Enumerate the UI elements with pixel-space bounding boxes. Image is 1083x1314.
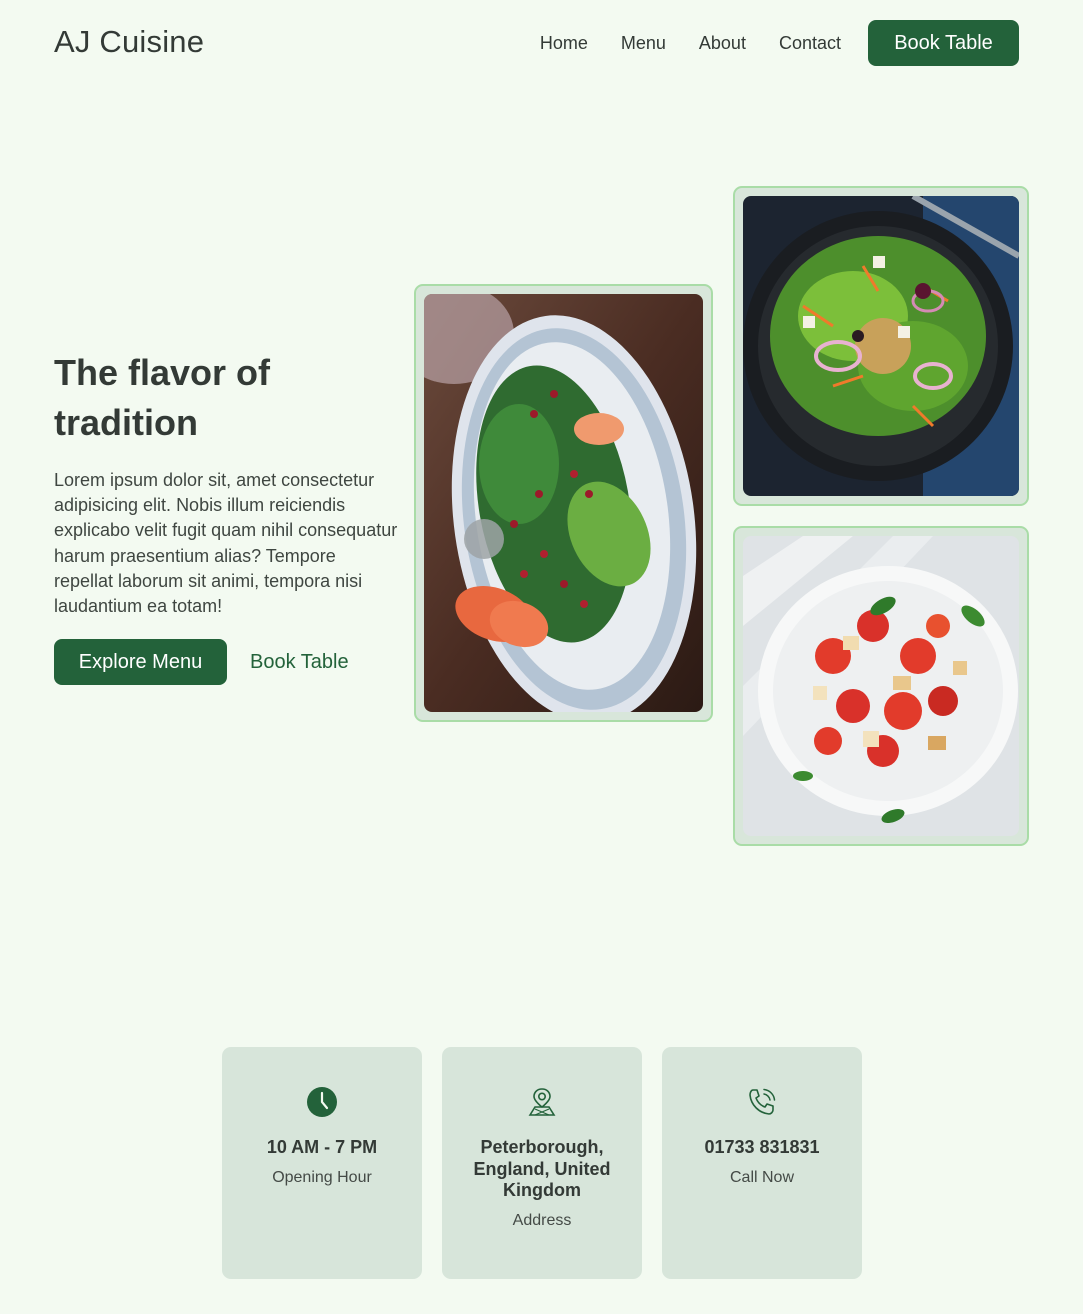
photo-frame-1 xyxy=(414,284,713,722)
photo-frame-2 xyxy=(733,186,1029,506)
nav-about[interactable]: About xyxy=(699,20,746,66)
map-pin-icon xyxy=(528,1088,556,1116)
salad-plate-image xyxy=(424,294,703,712)
opening-hours-label: Opening Hour xyxy=(272,1168,372,1186)
nav-home[interactable]: Home xyxy=(540,20,588,66)
opening-hours-card: 10 AM - 7 PM Opening Hour xyxy=(222,1047,422,1279)
main-nav: Home Menu About Contact Book Table xyxy=(507,20,1019,66)
opening-hours-value: 10 AM - 7 PM xyxy=(266,1137,378,1157)
hero-actions: Explore Menu Book Table xyxy=(54,639,349,685)
tomato-salad-image xyxy=(743,536,1019,836)
photo-frame-3 xyxy=(733,526,1029,846)
nav-menu[interactable]: Menu xyxy=(621,20,666,66)
green-salad-bowl-image xyxy=(743,196,1019,496)
page: AJ Cuisine Home Menu About Contact Book … xyxy=(0,0,1083,1314)
address-card: Peterborough, England, United Kingdom Ad… xyxy=(442,1047,642,1279)
phone-value[interactable]: 01733 831831 xyxy=(662,1137,862,1159)
nav-contact[interactable]: Contact xyxy=(779,20,841,66)
phone-label[interactable]: Call Now xyxy=(662,1169,862,1187)
book-table-header-button[interactable]: Book Table xyxy=(868,20,1019,66)
brand-logo[interactable]: AJ Cuisine xyxy=(54,24,204,60)
info-cards: 10 AM - 7 PM Opening Hour Peterborough, … xyxy=(222,1047,862,1279)
address-label: Address xyxy=(512,1211,572,1229)
hero-title: The flavor of tradition xyxy=(54,352,271,443)
hero-description: Lorem ipsum dolor sit, amet consectetur … xyxy=(54,470,398,617)
book-table-link[interactable]: Book Table xyxy=(250,651,349,674)
phone-icon xyxy=(749,1088,776,1115)
clock-icon xyxy=(307,1087,337,1117)
explore-menu-button[interactable]: Explore Menu xyxy=(54,639,227,685)
phone-card[interactable]: 01733 831831 Call Now xyxy=(662,1047,862,1279)
address-value: Peterborough, England, United Kingdom xyxy=(473,1137,611,1200)
